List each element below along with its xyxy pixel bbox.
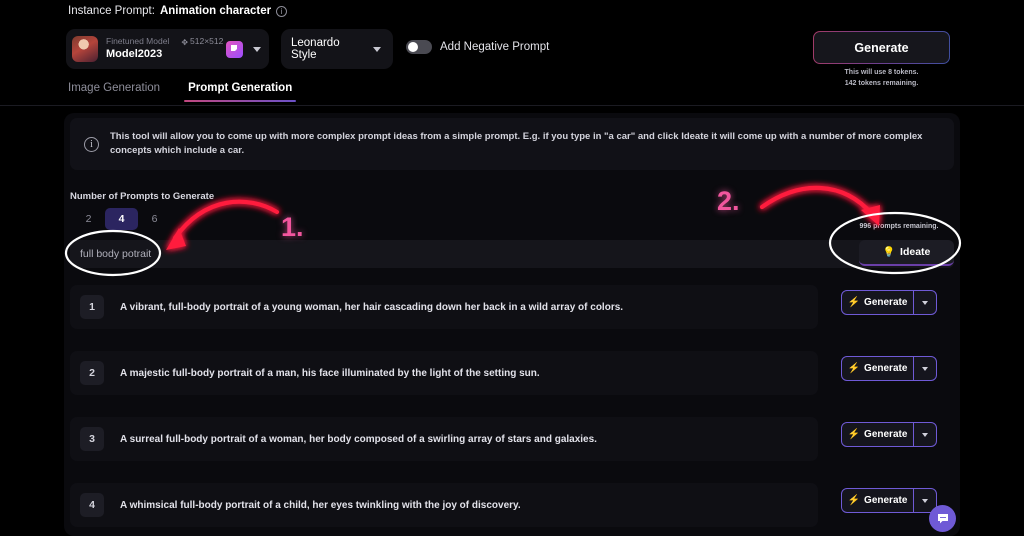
prompt-count-option-6[interactable]: 6 bbox=[138, 208, 171, 230]
prompt-count-label: Number of Prompts to Generate bbox=[70, 191, 215, 202]
row-generate-button[interactable]: ⚡ Generate bbox=[841, 356, 937, 381]
chat-bubble-button[interactable] bbox=[929, 505, 956, 532]
table-row: 4 A whimsical full-body portrait of a ch… bbox=[70, 483, 954, 527]
row-generate-main[interactable]: ⚡ Generate bbox=[842, 357, 913, 380]
ideate-button[interactable]: 💡 Ideate bbox=[859, 240, 954, 266]
style-select[interactable]: Leonardo Style bbox=[281, 29, 393, 69]
instance-prompt-label: Instance Prompt: bbox=[68, 5, 155, 17]
lightning-bolt-icon: ⚡ bbox=[847, 363, 861, 374]
table-row: 3 A surreal full-body portrait of a woma… bbox=[70, 417, 954, 461]
resize-arrows-icon: ✥ bbox=[181, 37, 189, 47]
row-generate-button[interactable]: ⚡ Generate bbox=[841, 422, 937, 447]
table-row: 2 A majestic full-body portrait of a man… bbox=[70, 351, 954, 395]
row-generate-dropdown[interactable] bbox=[913, 423, 936, 446]
prompt-result-number: 3 bbox=[80, 427, 104, 451]
tab-prompt-generation[interactable]: Prompt Generation bbox=[184, 82, 297, 102]
token-remaining-text: 142 tokens remaining. bbox=[844, 79, 919, 87]
lightbulb-icon: 💡 bbox=[882, 246, 896, 258]
row-generate-label: Generate bbox=[864, 429, 908, 440]
negative-prompt-toggle-wrap[interactable]: Add Negative Prompt bbox=[406, 40, 549, 54]
row-generate-label: Generate bbox=[864, 495, 908, 506]
model-type-label: Finetuned Model bbox=[106, 36, 170, 47]
row-generate-label: Generate bbox=[864, 363, 908, 374]
tab-image-generation[interactable]: Image Generation bbox=[68, 82, 160, 102]
model-thumbnail bbox=[72, 36, 98, 62]
row-generate-dropdown[interactable] bbox=[913, 291, 936, 314]
chat-bubble-icon bbox=[937, 513, 948, 523]
row-generate-dropdown[interactable] bbox=[913, 357, 936, 380]
prompt-generation-panel: i This tool will allow you to come up wi… bbox=[64, 113, 960, 536]
prompt-result-text: A whimsical full-body portrait of a chil… bbox=[120, 499, 521, 511]
prompt-result-number: 2 bbox=[80, 361, 104, 385]
model-dimensions-value: 512×512 bbox=[190, 36, 224, 47]
prompt-count-option-4[interactable]: 4 bbox=[105, 208, 138, 230]
row-generate-main[interactable]: ⚡ Generate bbox=[842, 291, 913, 314]
row-generate-main[interactable]: ⚡ Generate bbox=[842, 423, 913, 446]
prompt-count-option-2[interactable]: 2 bbox=[72, 208, 105, 230]
prompt-results-list: 1 A vibrant, full-body portrait of a you… bbox=[70, 285, 954, 536]
info-icon: i bbox=[84, 136, 99, 152]
chevron-down-icon[interactable] bbox=[373, 46, 381, 52]
row-generate-label: Generate bbox=[864, 297, 908, 308]
model-badge-icon bbox=[226, 40, 243, 58]
prompt-result-card: 1 A vibrant, full-body portrait of a you… bbox=[70, 285, 818, 329]
prompt-input-value[interactable]: full body potrait bbox=[80, 248, 151, 260]
prompt-result-card: 4 A whimsical full-body portrait of a ch… bbox=[70, 483, 818, 527]
prompt-result-number: 4 bbox=[80, 493, 104, 517]
prompt-generation-page: Instance Prompt: Animation character i F… bbox=[0, 0, 1024, 536]
prompt-input[interactable]: full body potrait bbox=[70, 240, 954, 268]
prompt-result-text: A vibrant, full-body portrait of a young… bbox=[120, 301, 624, 313]
generate-button[interactable]: Generate bbox=[813, 31, 950, 64]
token-usage-text: This will use 8 tokens. bbox=[844, 69, 919, 76]
tab-bar: Image Generation Prompt Generation bbox=[68, 82, 297, 102]
prompt-result-text: A surreal full-body portrait of a woman,… bbox=[120, 433, 597, 445]
chevron-down-icon bbox=[922, 432, 928, 437]
instance-prompt-value: Animation character bbox=[159, 5, 272, 17]
table-row: 1 A vibrant, full-body portrait of a you… bbox=[70, 285, 954, 329]
row-generate-button[interactable]: ⚡ Generate bbox=[841, 290, 937, 315]
prompts-remaining-text: 996 prompts remaining. bbox=[859, 223, 939, 230]
chevron-down-icon bbox=[922, 498, 928, 503]
prompt-result-text: A majestic full-body portrait of a man, … bbox=[120, 367, 540, 379]
model-selector-card[interactable]: Finetuned Model ✥ 512×512 Model2023 bbox=[66, 29, 269, 69]
token-info: This will use 8 tokens. 142 tokens remai… bbox=[813, 68, 950, 90]
prompt-result-number: 1 bbox=[80, 295, 104, 319]
negative-prompt-label: Add Negative Prompt bbox=[440, 41, 550, 53]
tab-divider bbox=[0, 105, 1024, 106]
model-dimensions: ✥ 512×512 bbox=[181, 37, 223, 47]
instance-prompt: Instance Prompt: Animation character i bbox=[68, 5, 288, 17]
info-icon[interactable]: i bbox=[276, 5, 288, 17]
lightning-bolt-icon: ⚡ bbox=[847, 495, 861, 506]
chevron-down-icon[interactable] bbox=[253, 46, 261, 52]
chevron-down-icon bbox=[922, 300, 928, 305]
model-meta: Finetuned Model ✥ 512×512 Model2023 bbox=[106, 36, 226, 61]
row-generate-main[interactable]: ⚡ Generate bbox=[842, 489, 913, 512]
negative-prompt-toggle[interactable] bbox=[406, 40, 432, 54]
lightning-bolt-icon: ⚡ bbox=[847, 297, 861, 308]
prompt-count-segmented-control[interactable]: 2 4 6 bbox=[72, 208, 171, 230]
model-badge-glyph bbox=[230, 45, 237, 51]
info-banner: i This tool will allow you to come up wi… bbox=[70, 118, 954, 170]
chevron-down-icon bbox=[922, 366, 928, 371]
lightning-bolt-icon: ⚡ bbox=[847, 429, 861, 440]
prompt-result-card: 3 A surreal full-body portrait of a woma… bbox=[70, 417, 818, 461]
row-generate-button[interactable]: ⚡ Generate bbox=[841, 488, 937, 513]
ideate-button-label: Ideate bbox=[900, 246, 931, 258]
style-select-value: Leonardo Style bbox=[291, 37, 340, 61]
info-banner-text: This tool will allow you to come up with… bbox=[110, 131, 923, 156]
model-name: Model2023 bbox=[106, 48, 163, 61]
prompt-result-card: 2 A majestic full-body portrait of a man… bbox=[70, 351, 818, 395]
